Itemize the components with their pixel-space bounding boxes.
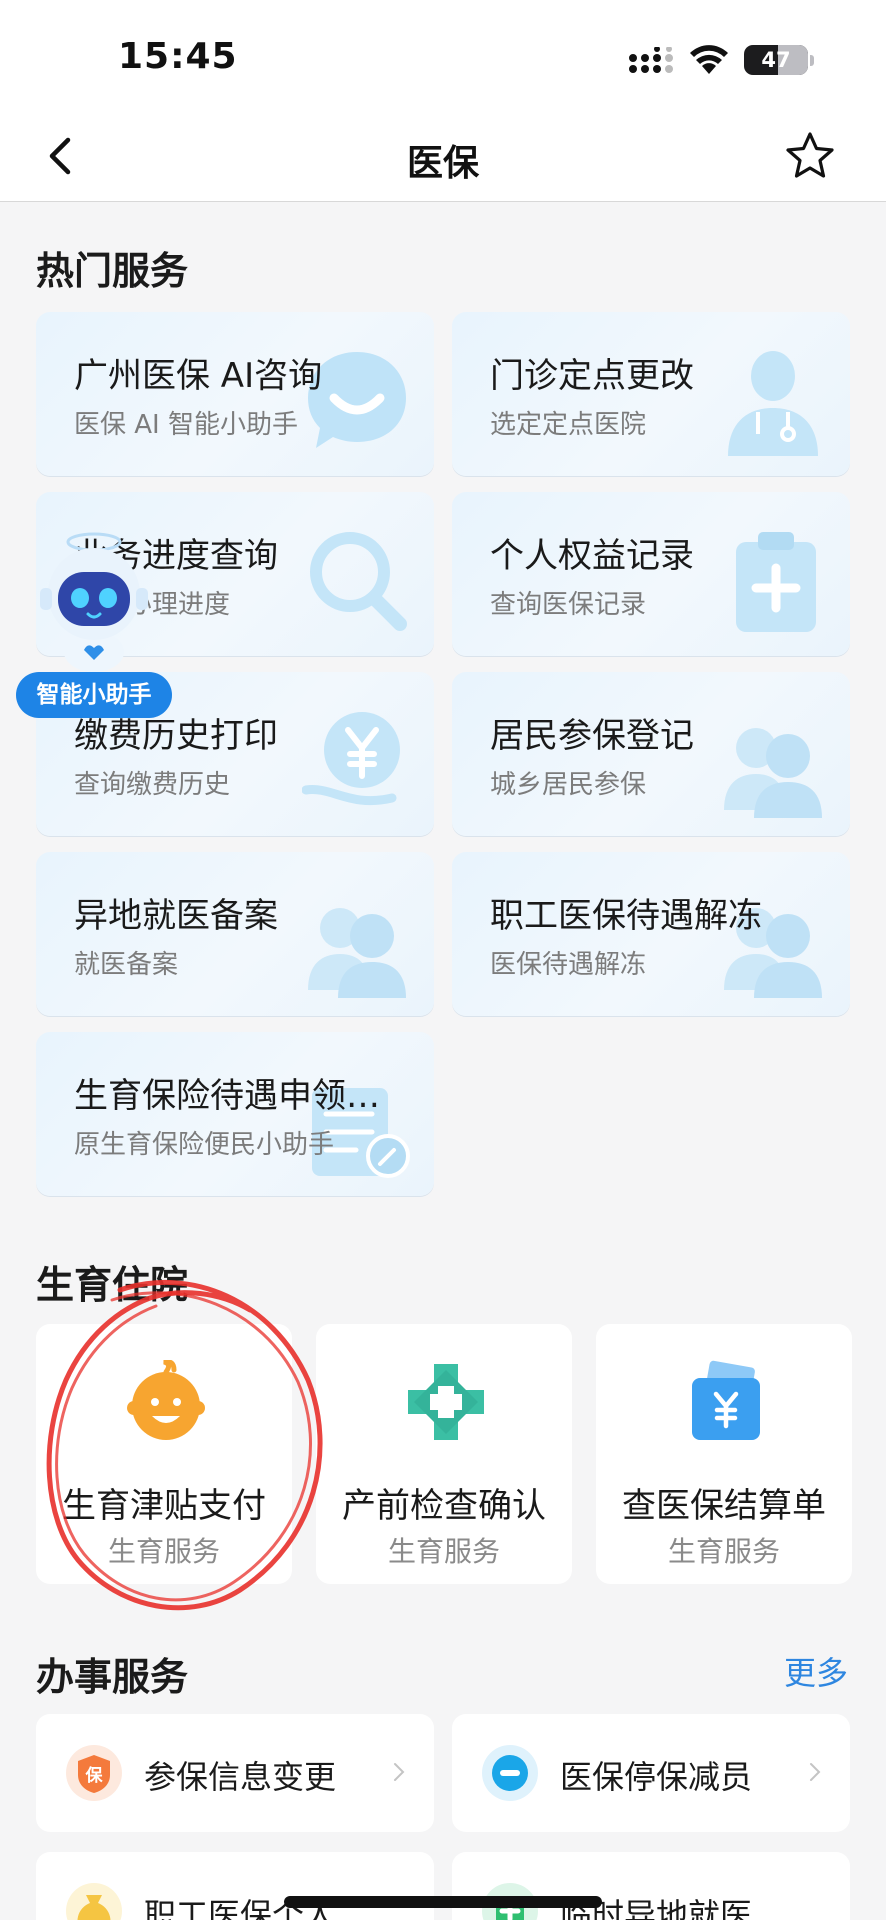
star-outline-icon[interactable] (784, 130, 836, 182)
birth-card-subtitle: 生育服务 (107, 1535, 220, 1568)
medical-cross-icon (408, 1364, 484, 1440)
assistant-float[interactable]: 智能小助手 (14, 528, 174, 724)
home-indicator (284, 1896, 602, 1908)
status-bar: 15:45 47 (0, 0, 886, 110)
status-time: 15:45 (118, 36, 238, 77)
yuan-bag-icon (66, 1883, 122, 1920)
hot-service-ai-consult[interactable]: 广州医保 AI咨询 医保 AI 智能小助手 (36, 312, 434, 476)
hot-service-remote-filing[interactable]: 异地就医备案 就医备案 (36, 852, 434, 1016)
magnifier-icon (310, 532, 407, 631)
card-title: 职工医保待遇解冻 (490, 896, 762, 936)
affair-stop-insurance[interactable]: 医保停保减员 (452, 1714, 850, 1832)
affair-personal-account[interactable]: 职工医保个人账户 (36, 1852, 434, 1920)
card-subtitle: 医保 AI 智能小助手 (74, 410, 298, 440)
birth-card-subtitle: 生育服务 (387, 1535, 500, 1568)
card-title: 个人权益记录 (490, 536, 694, 576)
birth-card-title: 查医保结算单 (622, 1486, 826, 1526)
card-subtitle: 查询医保记录 (490, 590, 647, 620)
bao-shield-icon: 保 (66, 1745, 122, 1801)
hot-service-maternity-guide[interactable]: 生育保险待遇申领指南 原生育保险便民小助手 (36, 1032, 434, 1196)
battery-percent: 47 (761, 48, 791, 72)
birth-service-prenatal-confirm[interactable]: 产前检查确认 生育服务 (316, 1324, 572, 1584)
affair-label: 参保信息变更 (144, 1758, 337, 1796)
yuan-hand-icon (302, 712, 400, 806)
assistant-label: 智能小助手 (16, 672, 172, 718)
hot-service-resident-register[interactable]: 居民参保登记 城乡居民参保 (452, 672, 850, 836)
birth-card-title: 生育津贴支付 (62, 1486, 266, 1526)
card-subtitle: 选定定点医院 (490, 410, 647, 440)
baby-face-icon (127, 1360, 205, 1440)
nav-bar: 医保 (0, 110, 886, 202)
card-subtitle: 城乡居民参保 (490, 770, 647, 800)
card-title: 居民参保登记 (490, 716, 694, 756)
hot-service-clinic-change[interactable]: 门诊定点更改 选定定点医院 (452, 312, 850, 476)
section-title-hot-services: 热门服务 (36, 249, 189, 293)
people-icon (724, 728, 822, 818)
more-link[interactable]: 更多 (784, 1648, 848, 1694)
svg-text:保: 保 (85, 1765, 104, 1786)
page-title: 医保 (406, 143, 479, 184)
cellular-signal-icon (629, 47, 673, 73)
hot-service-rights-record[interactable]: 个人权益记录 查询医保记录 (452, 492, 850, 656)
wifi-icon (690, 45, 728, 74)
section-title-affairs: 办事服务 (36, 1655, 189, 1699)
card-title: 异地就医备案 (74, 896, 278, 936)
yuan-wallet-icon (692, 1360, 760, 1440)
section-title-childbirth: 生育住院 (36, 1263, 189, 1307)
battery-icon: 47 (744, 45, 808, 75)
card-title: 门诊定点更改 (490, 356, 694, 396)
battery-nub (810, 55, 814, 66)
minus-circle-icon (482, 1745, 538, 1801)
hot-service-benefit-unfreeze[interactable]: 职工医保待遇解冻 医保待遇解冻 (452, 852, 850, 1016)
birth-service-settlement-query[interactable]: 查医保结算单 生育服务 (596, 1324, 852, 1584)
medical-clipboard-icon (736, 532, 816, 632)
card-title: 生育保险待遇申领指南 (74, 1076, 410, 1116)
card-subtitle: 就医备案 (74, 950, 179, 980)
card-subtitle: 原生育保险便民小助手 (74, 1130, 335, 1160)
card-subtitle: 查询缴费历史 (74, 770, 231, 800)
people-icon (308, 908, 406, 998)
robot-mascot-icon (40, 532, 148, 672)
birth-card-title: 产前检查确认 (342, 1486, 546, 1526)
doctor-icon (728, 351, 818, 456)
affair-insurance-info-change[interactable]: 保 参保信息变更 (36, 1714, 434, 1832)
birth-service-allowance-payment[interactable]: 生育津贴支付 生育服务 (36, 1324, 292, 1584)
affair-label: 医保停保减员 (560, 1758, 753, 1796)
affair-temp-remote-filing[interactable]: 临时异地就医备案 (452, 1852, 850, 1920)
birth-card-subtitle: 生育服务 (667, 1535, 780, 1568)
chevron-right-icon (394, 1763, 405, 1781)
card-title: 广州医保 AI咨询 (74, 356, 323, 396)
card-subtitle: 医保待遇解冻 (490, 950, 647, 980)
chevron-right-icon (810, 1763, 821, 1781)
